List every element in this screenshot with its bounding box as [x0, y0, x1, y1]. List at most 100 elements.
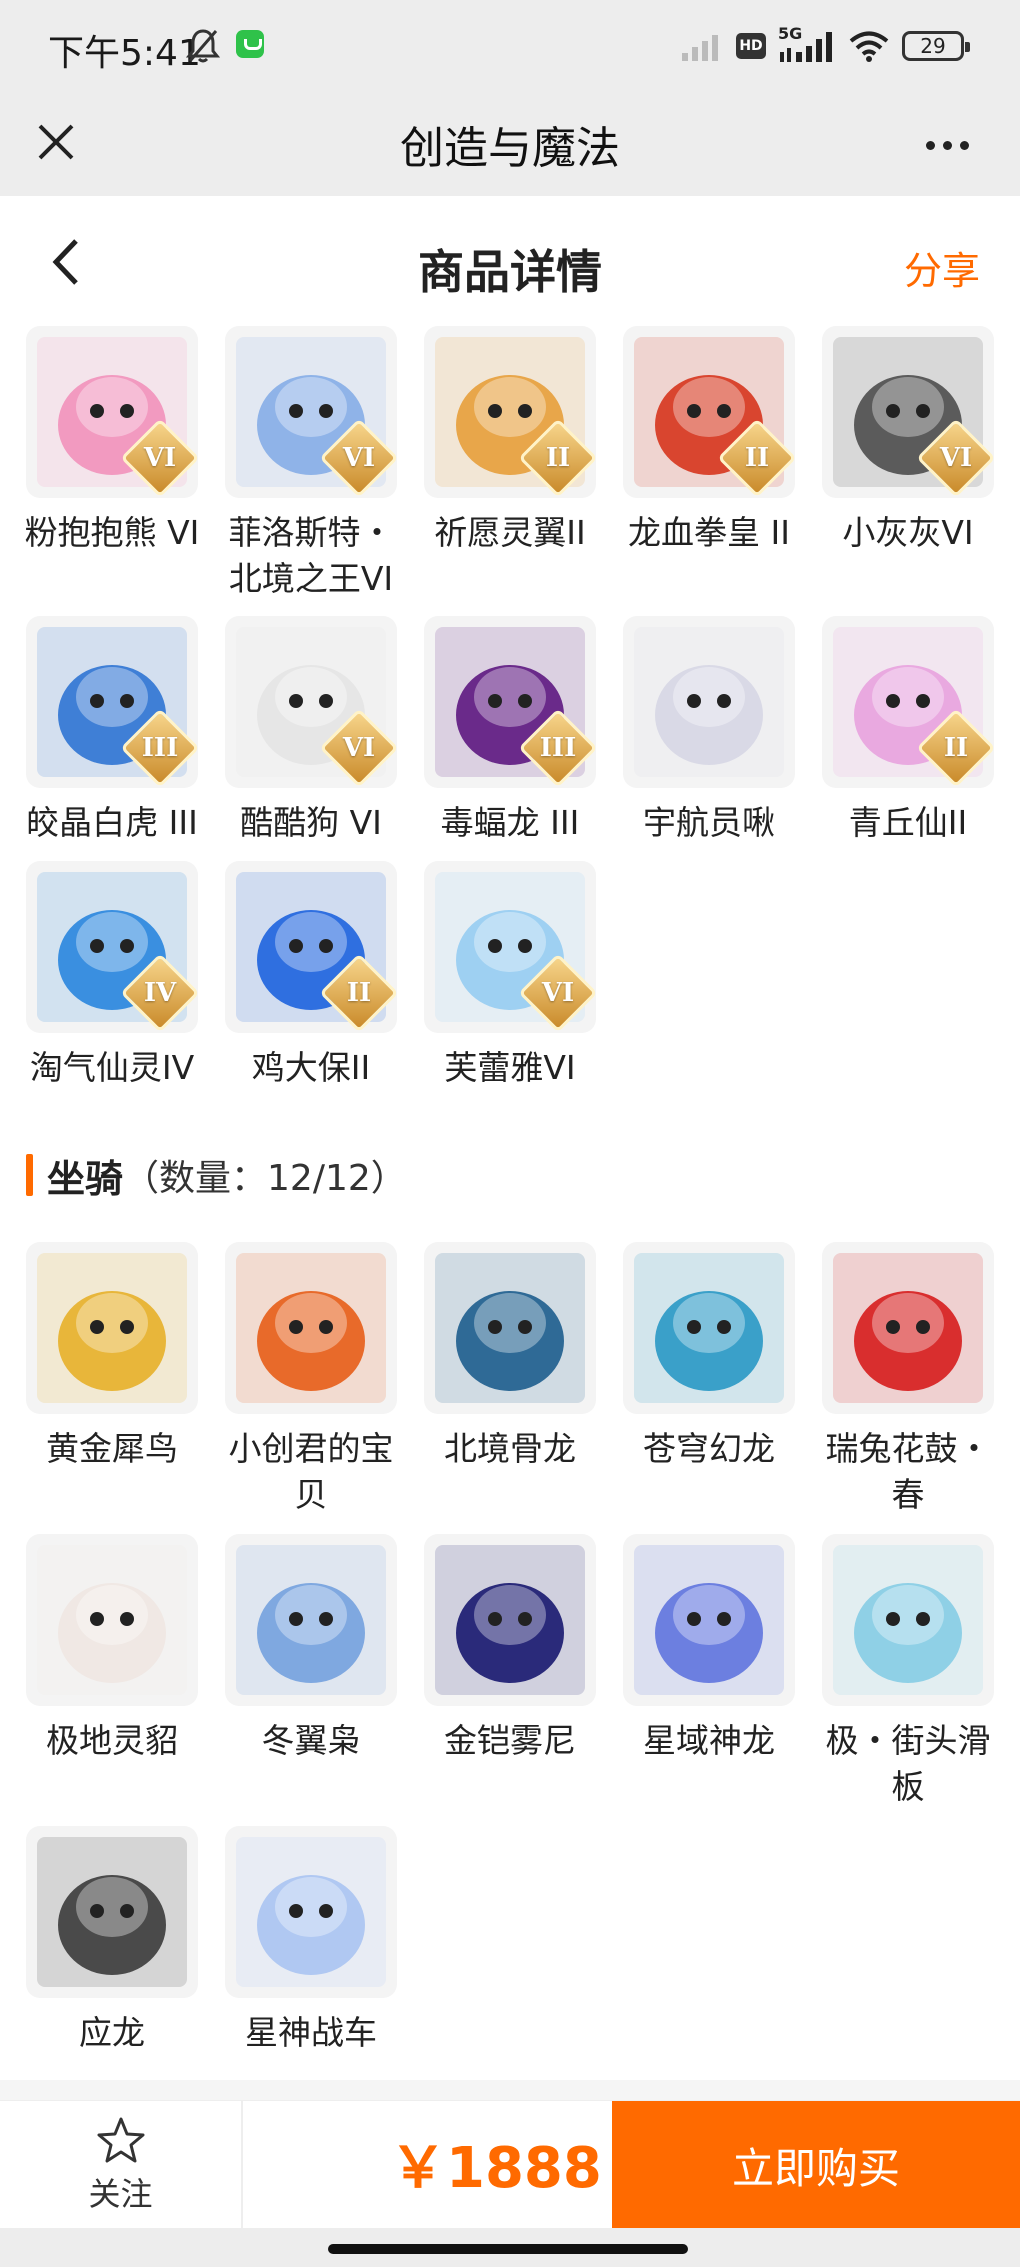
pet-name: 鸡大保II — [251, 1048, 371, 1087]
bottom-action-bar: 关注 ￥1888 立即购买 — [0, 2100, 1020, 2229]
pet-name: 淘气仙灵IV — [29, 1048, 195, 1087]
section-title: 坐骑 — [47, 1156, 124, 1201]
pet-thumbnail[interactable]: II — [424, 326, 596, 498]
pet-card[interactable]: VI 小灰灰VI — [822, 326, 994, 616]
status-time: 下午5:41 — [48, 33, 201, 74]
page-header: 商品详情 分享 — [0, 196, 1020, 326]
tier-numeral: III — [539, 733, 577, 763]
mount-thumbnail[interactable] — [822, 1534, 994, 1706]
mounts-grid: 黄金犀鸟 小创君的宝贝 北境骨龙 苍穹幻龙 瑞兔花鼓・春极地灵貂 冬翼枭 金铠雾尼 星域神龙 极… — [26, 1242, 998, 2076]
pets-grid: VI 粉抱抱熊 VI VI 菲洛斯特・北境之王VI II 祈愿灵翼II II 龙血拳皇 II V… — [25, 326, 998, 1111]
mini-program-title-bar: 创造与魔法 — [0, 92, 1020, 196]
mount-card[interactable]: 北境骨龙 — [424, 1242, 596, 1534]
mount-name: 苍穹幻龙 — [643, 1429, 775, 1468]
mount-card[interactable]: 应龙 — [26, 1826, 198, 2076]
mount-image — [435, 1253, 585, 1403]
share-button[interactable]: 分享 — [904, 240, 980, 295]
mount-name: 小创君的宝贝 — [228, 1429, 394, 1514]
more-options-button[interactable] — [912, 120, 982, 170]
pet-card[interactable]: II 鸡大保II — [225, 861, 397, 1111]
pet-card[interactable]: II 青丘仙II — [822, 616, 994, 861]
mount-thumbnail[interactable] — [26, 1242, 198, 1414]
home-indicator[interactable] — [328, 2244, 688, 2254]
mount-card[interactable]: 星神战车 — [225, 1826, 397, 2076]
mount-thumbnail[interactable] — [26, 1826, 198, 1998]
mount-card[interactable]: 极地灵貂 — [26, 1534, 198, 1826]
pet-name: 小灰灰VI — [842, 513, 974, 552]
mount-card[interactable]: 瑞兔花鼓・春 — [822, 1242, 994, 1534]
follow-label: 关注 — [88, 2175, 153, 2213]
app-title: 创造与魔法 — [400, 123, 620, 174]
pet-thumbnail[interactable]: VI — [225, 326, 397, 498]
mount-image — [236, 1837, 386, 1987]
page-title: 商品详情 — [418, 245, 602, 299]
mount-name: 金铠雾尼 — [444, 1721, 576, 1760]
pet-thumbnail[interactable]: II — [822, 616, 994, 788]
pet-thumbnail[interactable]: IV — [26, 861, 198, 1033]
signal-full-icon — [780, 32, 832, 62]
mount-image — [236, 1545, 386, 1695]
buy-now-button[interactable]: 立即购买 — [612, 2101, 1020, 2229]
mount-name: 星域神龙 — [643, 1721, 775, 1760]
pet-card[interactable]: VI 粉抱抱熊 VI — [25, 326, 199, 616]
mount-thumbnail[interactable] — [623, 1242, 795, 1414]
mount-thumbnail[interactable] — [424, 1242, 596, 1414]
pet-card[interactable]: VI 芙蕾雅VI — [424, 861, 596, 1111]
hd-badge: HD — [736, 33, 766, 59]
mount-thumbnail[interactable] — [225, 1534, 397, 1706]
tier-numeral: VI — [939, 443, 973, 473]
muted-bell-icon — [186, 29, 220, 63]
pet-card[interactable]: II 龙血拳皇 II — [623, 326, 795, 616]
follow-button[interactable]: 关注 — [0, 2101, 243, 2229]
pet-thumbnail[interactable]: II — [623, 326, 795, 498]
mount-image — [833, 1545, 983, 1695]
pet-card[interactable]: VI 酷酷狗 VI — [225, 616, 397, 861]
mount-name: 极地灵貂 — [46, 1721, 178, 1760]
pet-card[interactable]: II 祈愿灵翼II — [424, 326, 596, 616]
dot-icon — [959, 140, 969, 150]
mount-thumbnail[interactable] — [623, 1534, 795, 1706]
tier-numeral: VI — [342, 733, 376, 763]
pet-name: 毒蝠龙 III — [440, 803, 580, 842]
pet-card[interactable]: III 毒蝠龙 III — [424, 616, 596, 861]
pet-name: 宇航员啾 — [643, 803, 775, 842]
mount-thumbnail[interactable] — [424, 1534, 596, 1706]
mount-card[interactable]: 金铠雾尼 — [424, 1534, 596, 1826]
pet-thumbnail[interactable]: VI — [424, 861, 596, 1033]
pet-thumbnail[interactable]: VI — [26, 326, 198, 498]
pet-thumbnail[interactable]: VI — [225, 616, 397, 788]
pet-card[interactable]: IV 淘气仙灵IV — [26, 861, 198, 1111]
mount-card[interactable]: 苍穹幻龙 — [623, 1242, 795, 1534]
mount-card[interactable]: 星域神龙 — [623, 1534, 795, 1826]
mount-card[interactable]: 极・街头滑板 — [822, 1534, 994, 1826]
pet-card[interactable]: III 皎晶白虎 III — [26, 616, 198, 861]
mount-name: 极・街头滑板 — [825, 1721, 991, 1806]
mount-card[interactable]: 黄金犀鸟 — [26, 1242, 198, 1534]
pet-card[interactable]: VI 菲洛斯特・北境之王VI — [225, 326, 397, 616]
mount-thumbnail[interactable] — [26, 1534, 198, 1706]
pet-thumbnail[interactable]: VI — [822, 326, 994, 498]
mount-image — [435, 1545, 585, 1695]
mount-thumbnail[interactable] — [822, 1242, 994, 1414]
pet-card[interactable]: 宇航员啾 — [623, 616, 795, 861]
mount-thumbnail[interactable] — [225, 1826, 397, 1998]
mounts-section-header: 坐骑 （数量：12/12） — [26, 1150, 407, 1201]
bottom-divider — [0, 2080, 1020, 2100]
section-accent-bar — [26, 1154, 33, 1196]
tier-numeral: VI — [342, 443, 376, 473]
tier-numeral: VI — [143, 443, 177, 473]
mount-image — [634, 1545, 784, 1695]
signal-5g: 5G — [778, 24, 836, 64]
mount-image — [37, 1545, 187, 1695]
pet-thumbnail[interactable]: II — [225, 861, 397, 1033]
wifi-icon — [849, 31, 889, 62]
pet-thumbnail[interactable]: III — [26, 616, 198, 788]
system-icons: HD 5G 29 — [680, 24, 970, 66]
mount-card[interactable]: 小创君的宝贝 — [225, 1242, 397, 1534]
mount-thumbnail[interactable] — [225, 1242, 397, 1414]
pet-thumbnail[interactable] — [623, 616, 795, 788]
mount-card[interactable]: 冬翼枭 — [225, 1534, 397, 1826]
mount-image — [37, 1837, 187, 1987]
pet-name: 菲洛斯特・北境之王VI — [228, 513, 394, 598]
pet-thumbnail[interactable]: III — [424, 616, 596, 788]
